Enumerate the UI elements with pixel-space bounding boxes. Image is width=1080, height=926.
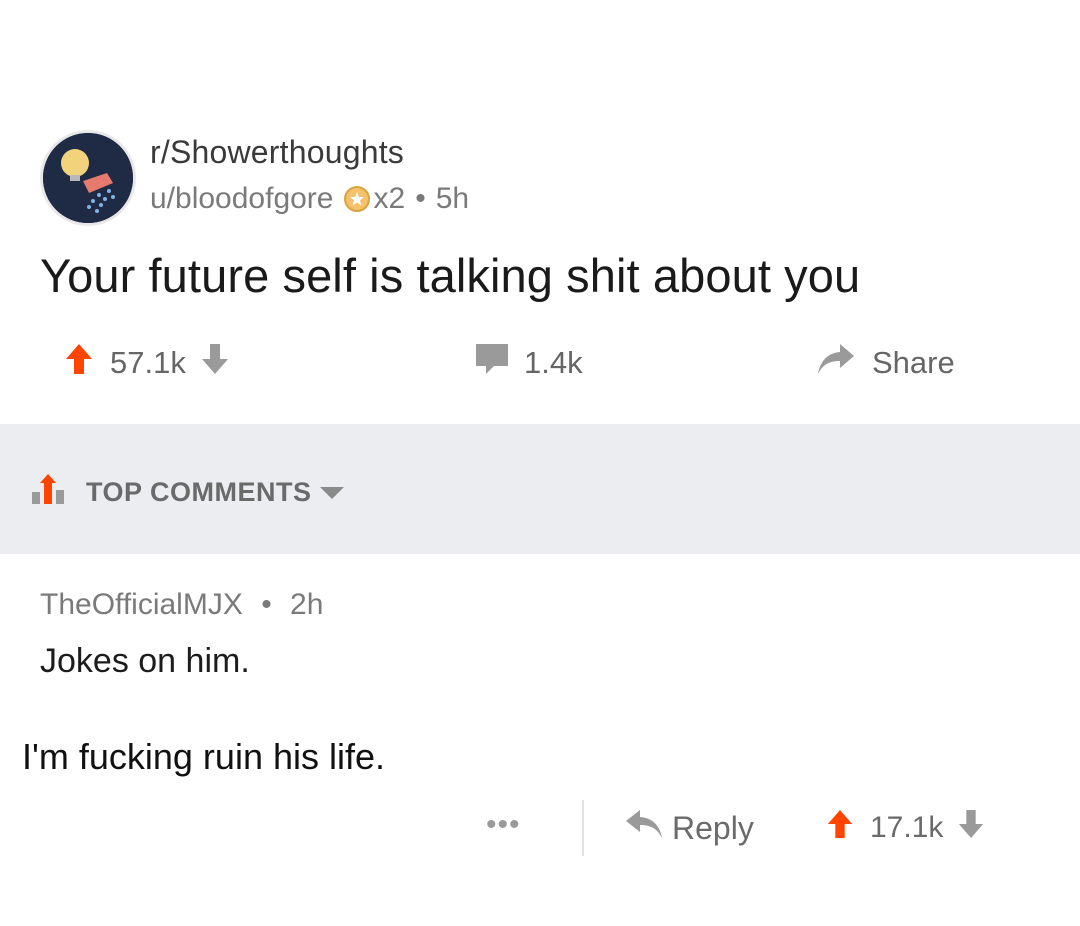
comments-button[interactable]: 1.4k bbox=[474, 342, 583, 384]
downvote-arrow-icon[interactable] bbox=[200, 342, 230, 384]
post-upvote-count: 57.1k bbox=[110, 345, 186, 380]
comment-meta: TheOfficialMJX • 2h bbox=[40, 588, 323, 622]
share-arrow-icon bbox=[816, 342, 856, 384]
post-meta: u/bloodofgore x2 • 5h bbox=[150, 182, 469, 216]
share-button[interactable]: Share bbox=[816, 342, 955, 384]
meta-separator: • bbox=[415, 182, 426, 215]
comment-age: 2h bbox=[290, 588, 324, 621]
comment-sort-dropdown[interactable]: TOP COMMENTS bbox=[30, 472, 344, 513]
subreddit-avatar[interactable] bbox=[40, 130, 136, 226]
post-vote-bar: 57.1k bbox=[64, 342, 230, 384]
share-label: Share bbox=[872, 345, 955, 380]
comment-meta-separator: • bbox=[261, 588, 272, 621]
action-divider bbox=[582, 800, 584, 856]
comment-vote-bar: 17.1k bbox=[826, 808, 985, 848]
chevron-down-icon bbox=[319, 486, 344, 499]
lightbulb-shower-icon bbox=[43, 133, 133, 223]
award-icon bbox=[342, 184, 372, 214]
sort-label: TOP COMMENTS bbox=[86, 477, 312, 507]
comment-body-line-2: I'm fucking ruin his life. bbox=[22, 736, 386, 777]
comment-body-line: Jokes on him. bbox=[40, 642, 250, 680]
comment-downvote-arrow-icon[interactable] bbox=[957, 808, 985, 848]
reply-label: Reply bbox=[672, 809, 754, 846]
reply-arrow-icon bbox=[624, 808, 664, 848]
post-title[interactable]: Your future self is talking shit about y… bbox=[40, 248, 860, 303]
upvote-arrow-icon[interactable] bbox=[64, 342, 94, 384]
subreddit-name[interactable]: r/Showerthoughts bbox=[150, 134, 404, 171]
comment-upvote-count: 17.1k bbox=[870, 811, 944, 844]
reply-button[interactable]: Reply bbox=[624, 808, 754, 848]
post-author[interactable]: u/bloodofgore bbox=[150, 182, 334, 216]
comment-count: 1.4k bbox=[524, 345, 583, 380]
comment-upvote-arrow-icon[interactable] bbox=[826, 808, 854, 848]
post-age: 5h bbox=[435, 182, 470, 215]
top-sort-icon bbox=[30, 472, 76, 513]
award-count: x2 bbox=[373, 182, 406, 215]
comment-author[interactable]: TheOfficialMJX bbox=[40, 588, 243, 621]
more-options-button[interactable]: ••• bbox=[486, 808, 521, 842]
comment-bubble-icon bbox=[474, 342, 510, 384]
